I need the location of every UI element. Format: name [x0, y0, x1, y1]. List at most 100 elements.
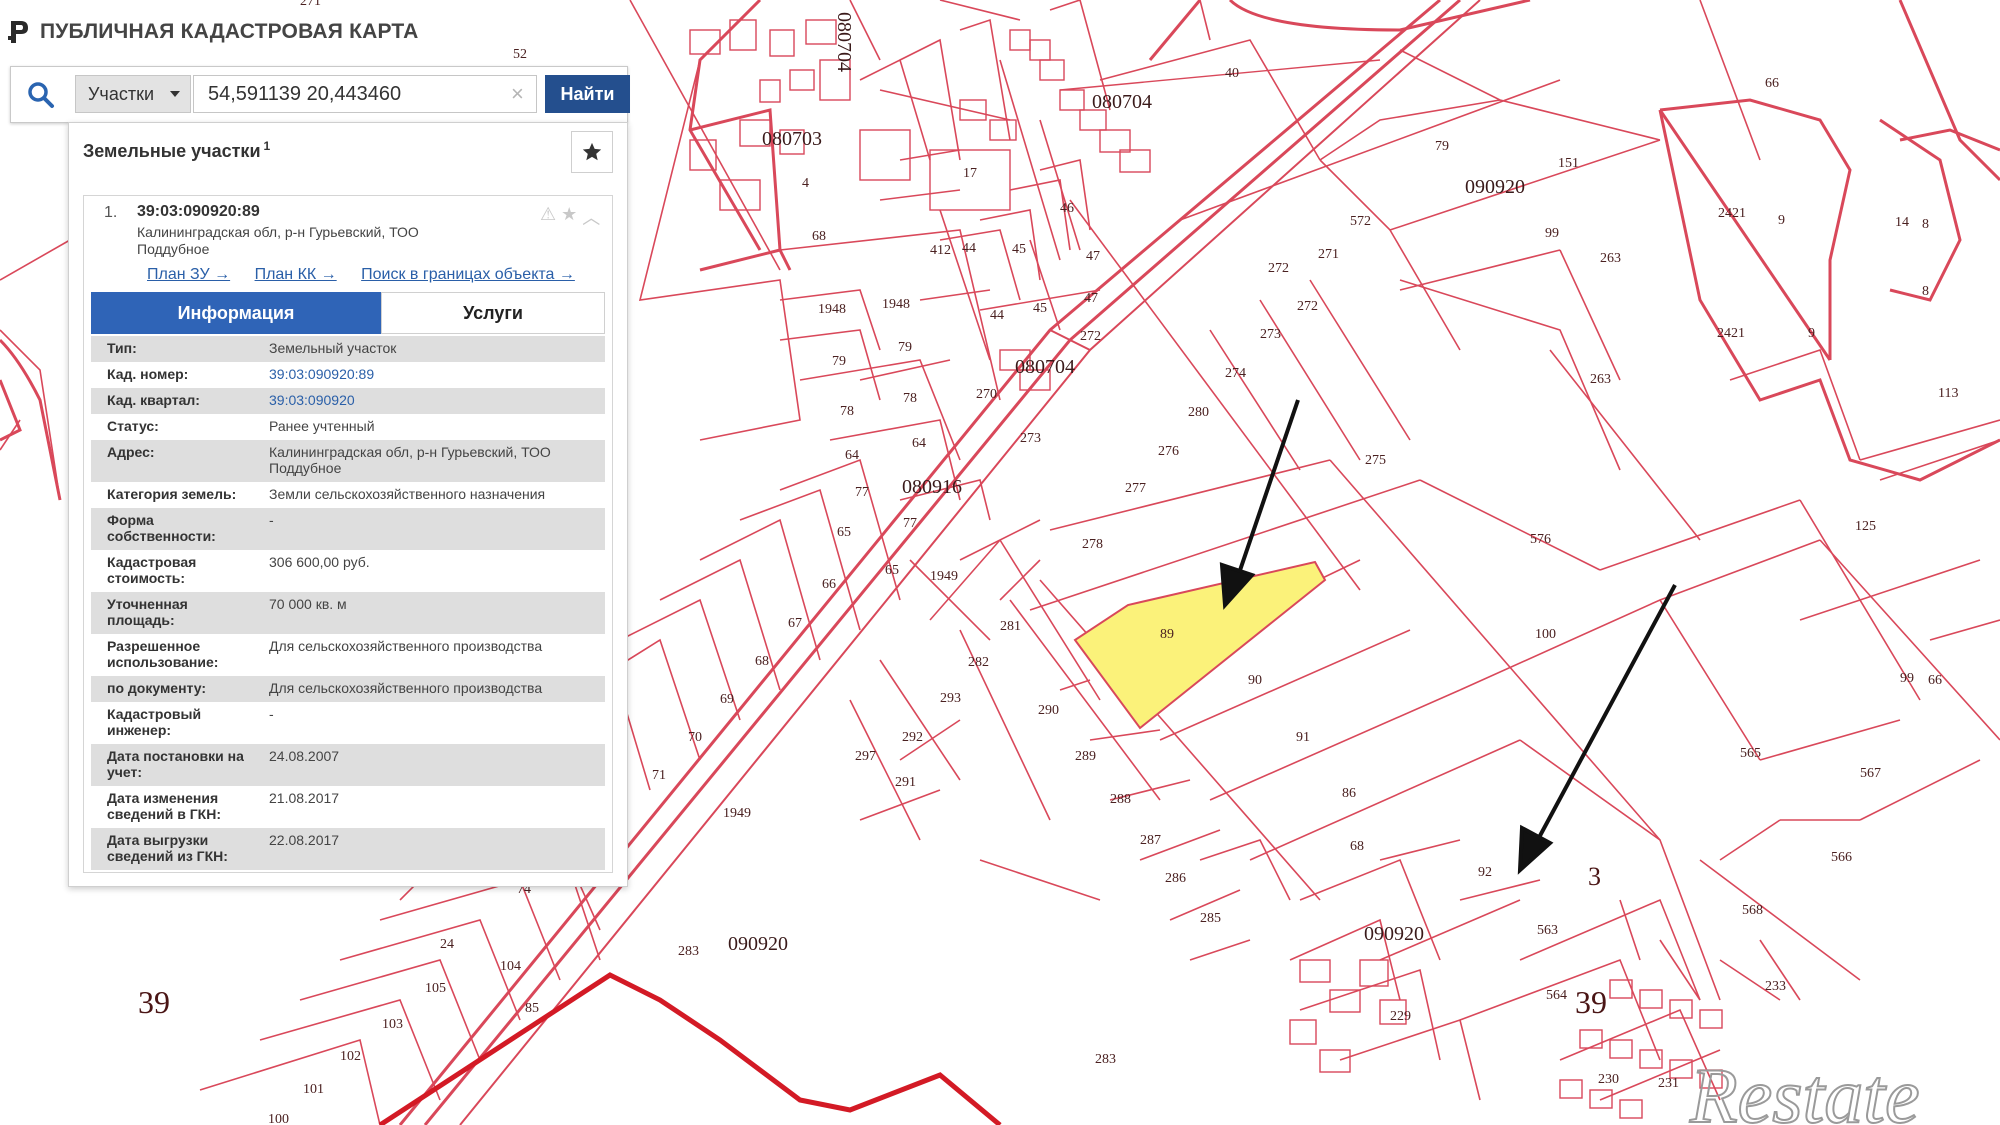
results-panel: Земельные участки 1 1. 39:03:090920:89 Ка… — [68, 122, 628, 887]
svg-text:39: 39 — [138, 984, 170, 1020]
svg-text:276: 276 — [1158, 444, 1179, 459]
watermark: Restate — [1689, 1052, 1920, 1125]
warning-icon[interactable]: ⚠ — [540, 204, 556, 230]
svg-text:564: 564 — [1546, 988, 1567, 1003]
info-row: Кадастровый инженер: - — [107, 706, 274, 738]
svg-text:288: 288 — [1110, 792, 1131, 807]
svg-text:99: 99 — [1900, 671, 1914, 686]
svg-text:2421: 2421 — [1718, 206, 1746, 221]
info-row: Дата постановки на учет: 24.08.2007 — [91, 744, 605, 786]
svg-text:47: 47 — [1084, 291, 1098, 306]
svg-text:102: 102 — [340, 1049, 361, 1064]
plan-kk-link[interactable]: План КК → — [255, 266, 337, 283]
svg-text:101: 101 — [303, 1082, 324, 1097]
find-button[interactable]: Найти — [545, 75, 630, 113]
info-row: по документу: Для сельскохозяйственного п… — [91, 676, 605, 702]
svg-text:568: 568 — [1742, 903, 1763, 918]
svg-text:66: 66 — [1928, 673, 1942, 688]
svg-text:45: 45 — [1012, 242, 1026, 257]
svg-text:271: 271 — [1318, 247, 1339, 262]
svg-text:572: 572 — [1350, 214, 1371, 229]
svg-text:79: 79 — [832, 354, 846, 369]
svg-text:080703: 080703 — [762, 128, 822, 150]
search-in-bounds-link[interactable]: Поиск в границах объекта → — [361, 266, 575, 283]
svg-text:1949: 1949 — [723, 806, 751, 821]
svg-text:278: 278 — [1082, 537, 1103, 552]
svg-text:67: 67 — [788, 616, 802, 631]
svg-text:090920: 090920 — [1465, 176, 1525, 198]
chevron-up-icon[interactable]: ︿ — [582, 204, 600, 230]
svg-text:86: 86 — [1342, 786, 1356, 801]
svg-text:99: 99 — [1545, 226, 1559, 241]
svg-text:64: 64 — [845, 448, 859, 463]
svg-text:78: 78 — [903, 391, 917, 406]
svg-text:64: 64 — [912, 436, 926, 451]
svg-text:080704: 080704 — [1015, 356, 1075, 378]
svg-text:080704: 080704 — [833, 12, 855, 72]
results-count: 1 — [263, 139, 271, 153]
svg-text:9: 9 — [1778, 213, 1785, 228]
info-table: Тип: Земельный участок Кад. номер: 39:03:0… — [91, 336, 605, 870]
svg-text:229: 229 — [1390, 1009, 1411, 1024]
chevron-down-icon — [170, 91, 180, 97]
svg-text:272: 272 — [1297, 299, 1318, 314]
svg-text:274: 274 — [1225, 366, 1246, 381]
result-cad-id: 39:03:090920:89 — [137, 203, 260, 220]
svg-text:285: 285 — [1200, 911, 1221, 926]
svg-text:77: 77 — [855, 485, 869, 500]
svg-text:293: 293 — [940, 691, 961, 706]
result-address: Калининградская обл, р-н Гурьевский, ТОО… — [137, 224, 419, 257]
svg-text:277: 277 — [1125, 481, 1146, 496]
clear-icon[interactable]: × — [511, 83, 524, 105]
svg-text:52: 52 — [513, 47, 527, 62]
results-title: Земельные участки 1 — [83, 139, 271, 161]
info-row: Кад. квартал: 39:03:090920 — [91, 388, 605, 414]
svg-text:1948: 1948 — [818, 302, 846, 317]
info-row: Статус: Ранее учтенный — [107, 418, 375, 434]
svg-text:78: 78 — [840, 404, 854, 419]
svg-text:272: 272 — [1080, 329, 1101, 344]
svg-text:103: 103 — [382, 1017, 403, 1032]
svg-text:263: 263 — [1590, 372, 1611, 387]
svg-text:70: 70 — [688, 730, 702, 745]
svg-text:14: 14 — [1895, 215, 1909, 230]
svg-text:090920: 090920 — [728, 933, 788, 955]
svg-text:297: 297 — [855, 749, 876, 764]
svg-text:1948: 1948 — [882, 297, 910, 312]
result-tabs: Информация Услуги — [91, 292, 605, 334]
search-icon[interactable] — [27, 81, 55, 109]
svg-text:4: 4 — [802, 176, 809, 191]
svg-text:231: 231 — [1658, 1076, 1679, 1091]
app-header: ПУБЛИЧНАЯ КАДАСТРОВАЯ КАРТА — [8, 16, 418, 48]
svg-text:273: 273 — [1260, 327, 1281, 342]
svg-text:46: 46 — [1060, 201, 1074, 216]
svg-text:080916: 080916 — [902, 476, 962, 498]
svg-text:68: 68 — [755, 654, 769, 669]
svg-text:44: 44 — [962, 241, 976, 256]
svg-text:39: 39 — [1575, 984, 1607, 1020]
svg-text:71: 71 — [652, 768, 666, 783]
star-icon[interactable]: ★ — [561, 204, 577, 230]
svg-text:9: 9 — [1808, 326, 1815, 341]
favorite-button[interactable] — [571, 131, 613, 173]
info-row: Категория земель: Земли сельскохозяйствен… — [107, 486, 546, 502]
app-title: ПУБЛИЧНАЯ КАДАСТРОВАЯ КАРТА — [40, 20, 419, 43]
svg-text:292: 292 — [902, 730, 923, 745]
result-links: План ЗУ → План КК → Поиск в границах объ… — [147, 266, 595, 284]
tab-services[interactable]: Услуги — [381, 292, 605, 334]
svg-text:230: 230 — [1598, 1072, 1619, 1087]
plan-zu-link[interactable]: План ЗУ → — [147, 266, 230, 283]
svg-text:412: 412 — [930, 243, 951, 258]
svg-text:283: 283 — [678, 944, 699, 959]
search-type-select[interactable]: Участки — [75, 75, 191, 113]
search-input[interactable] — [193, 75, 537, 113]
tab-information[interactable]: Информация — [91, 292, 381, 334]
svg-text:090920: 090920 — [1364, 923, 1424, 945]
svg-text:271: 271 — [300, 0, 321, 9]
info-row: Кадастровая стоимость: 306 600,00 руб. — [107, 554, 370, 586]
svg-text:66: 66 — [822, 577, 836, 592]
svg-text:77: 77 — [903, 516, 917, 531]
svg-text:47: 47 — [1086, 249, 1100, 264]
result-card[interactable]: 1. 39:03:090920:89 Калининградская обл, … — [83, 195, 613, 873]
svg-text:281: 281 — [1000, 619, 1021, 634]
